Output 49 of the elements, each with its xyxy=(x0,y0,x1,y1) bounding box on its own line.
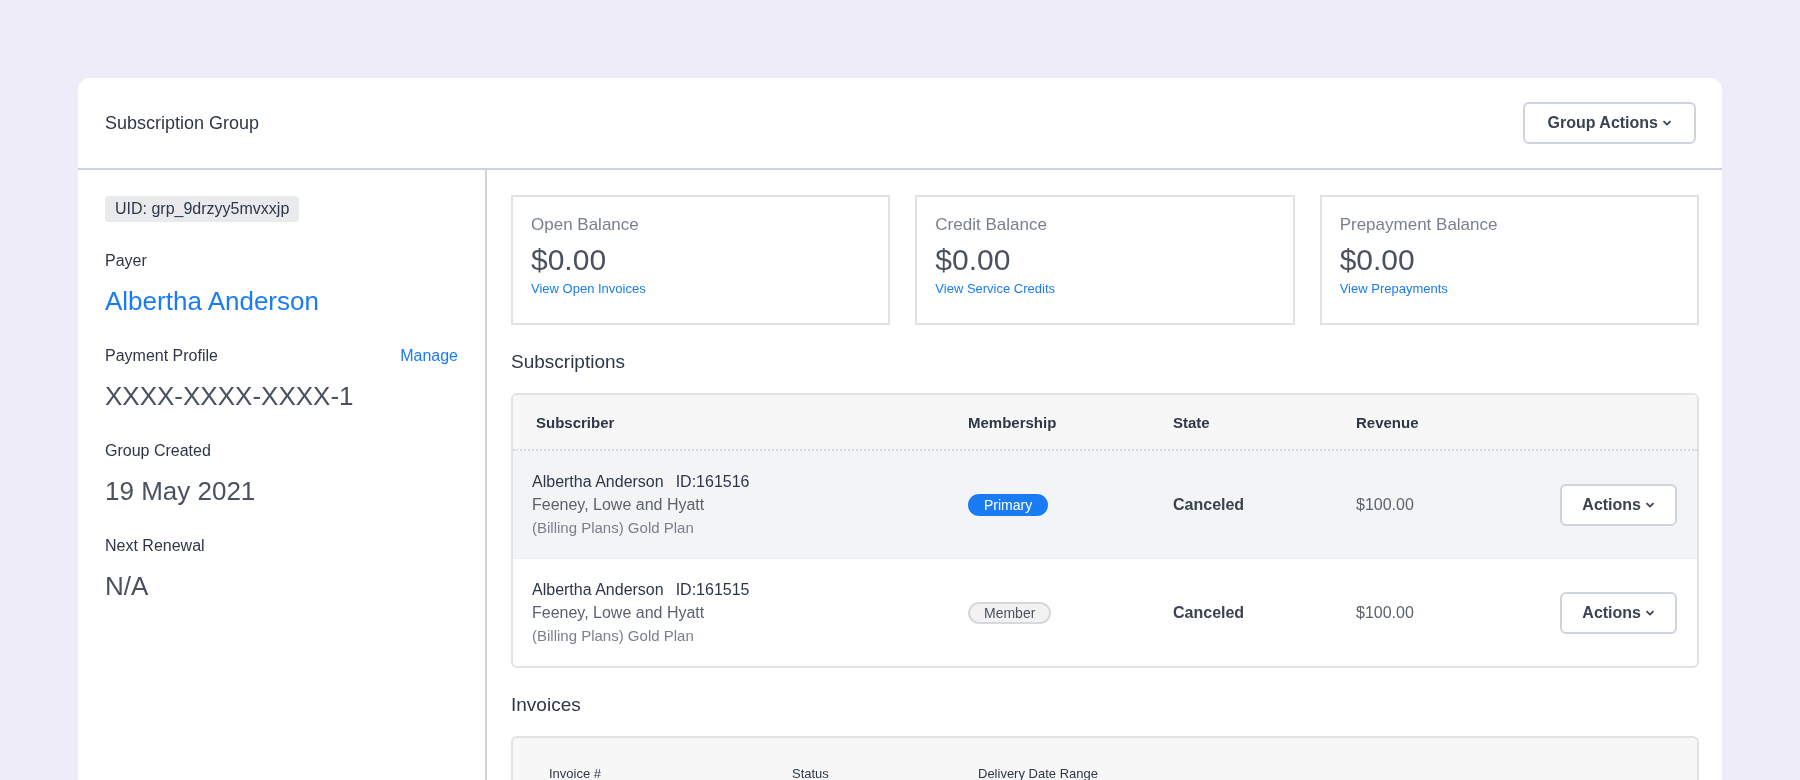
revenue-text: $100.00 xyxy=(1356,495,1414,514)
company-name: Feeney, Lowe and Hyatt xyxy=(532,604,705,622)
subscriber-id: ID:161515 xyxy=(675,581,750,599)
state-text: Canceled xyxy=(1173,603,1245,622)
subscriber-id: ID:161516 xyxy=(675,473,750,491)
subscriber-name: Albertha Anderson xyxy=(532,581,664,599)
column-header: Delivery Date Range xyxy=(978,766,1099,780)
balance-amount: $0.00 xyxy=(1339,243,1415,277)
page-title: Subscription Group xyxy=(105,112,260,134)
column-header: Revenue xyxy=(1356,413,1420,431)
company-name: Feeney, Lowe and Hyatt xyxy=(532,496,705,514)
field-value: 19 May 2021 xyxy=(105,476,256,507)
membership-badge: Member xyxy=(968,601,1052,624)
balance-label: Open Balance xyxy=(531,215,639,235)
balance-label: Prepayment Balance xyxy=(1339,215,1498,235)
plan-name: (Billing Plans) Gold Plan xyxy=(532,519,694,536)
membership-badge: Primary xyxy=(968,493,1049,516)
section-title: Invoices xyxy=(511,694,582,716)
actions-button[interactable]: Actions xyxy=(1560,591,1677,634)
field-label: Payer xyxy=(105,252,147,270)
plan-name: (Billing Plans) Gold Plan xyxy=(532,627,694,644)
section-title: Subscriptions xyxy=(511,351,627,373)
column-header: Subscriber xyxy=(535,413,616,431)
field-label: Next Renewal xyxy=(105,537,205,555)
uid-badge: UID: grp_9drzyy5mvxxjp xyxy=(105,196,300,222)
manage-link[interactable]: Manage xyxy=(400,347,458,365)
revenue-text: $100.00 xyxy=(1356,603,1414,622)
state-text: Canceled xyxy=(1173,495,1245,514)
column-header: Status xyxy=(792,766,830,780)
balance-link[interactable]: View Open Invoices xyxy=(531,281,646,296)
column-header: State xyxy=(1173,413,1211,431)
caret-icon xyxy=(1645,501,1655,508)
balance-amount: $0.00 xyxy=(531,243,607,277)
balance-label: Credit Balance xyxy=(935,215,1047,235)
caret-icon xyxy=(1645,609,1655,616)
caret-icon xyxy=(1662,120,1672,126)
group-actions-button[interactable]: Group Actions xyxy=(1523,102,1696,144)
column-header: Invoice # xyxy=(549,766,603,780)
payer-link[interactable]: Albertha Anderson xyxy=(105,286,319,317)
field-value: N/A xyxy=(105,571,149,602)
actions-button[interactable]: Actions xyxy=(1560,483,1677,526)
field-label: Payment Profile xyxy=(105,347,218,365)
subscriber-name: Albertha Anderson xyxy=(532,473,664,491)
balance-link[interactable]: View Prepayments xyxy=(1339,281,1448,296)
column-header: Membership xyxy=(968,413,1058,431)
balance-link[interactable]: View Service Credits xyxy=(935,281,1056,296)
field-label: Group Created xyxy=(105,442,211,460)
balance-amount: $0.00 xyxy=(935,243,1011,277)
field-value: XXXX-XXXX-XXXX-1 xyxy=(105,381,354,412)
